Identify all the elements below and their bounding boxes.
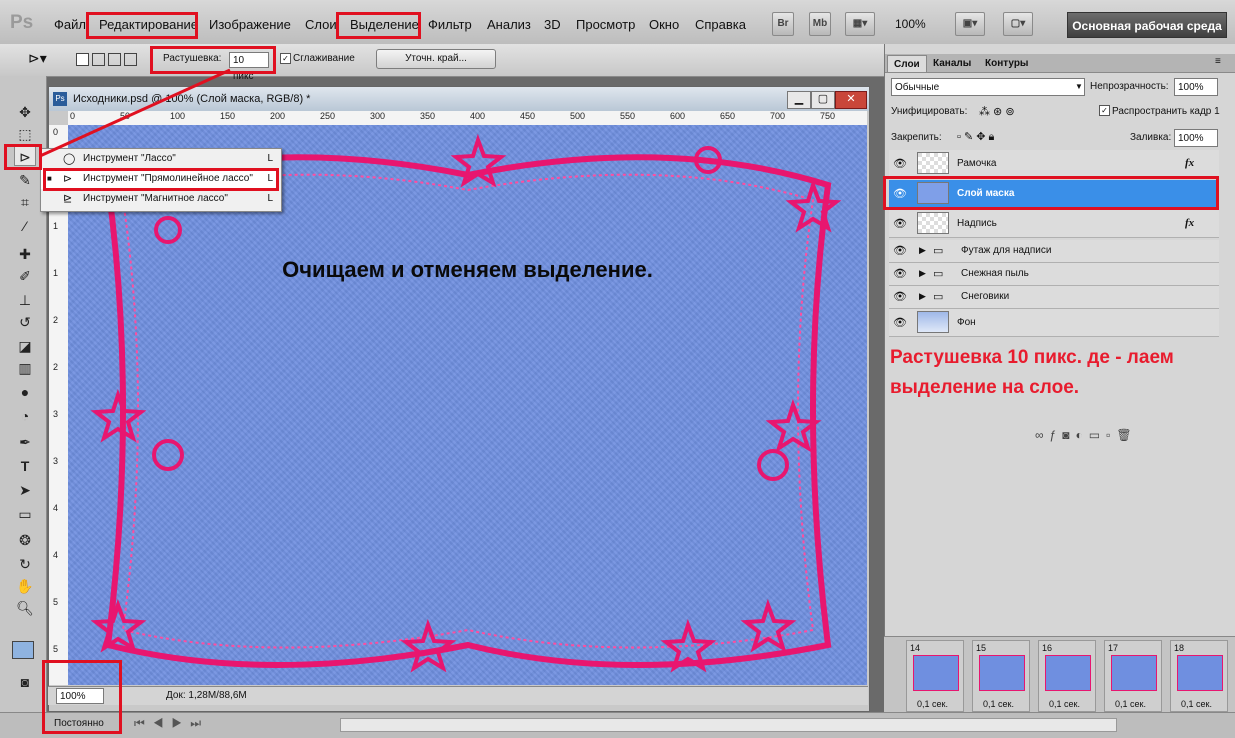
- folder-icon: ▭: [933, 268, 944, 280]
- animation-frame[interactable]: 17 0,1 сек.: [1104, 640, 1162, 712]
- layers-panel: Слои Каналы Контуры ≡ Обычные ▼ Непрозра…: [883, 44, 1235, 636]
- tab-channels[interactable]: Каналы: [927, 55, 977, 72]
- frame-thumbnail: [913, 655, 959, 691]
- layer-row[interactable]: 👁︎ Фон: [889, 309, 1219, 337]
- layer-group-row[interactable]: 👁︎ ▶ ▭ Футаж для надписи: [889, 240, 1219, 263]
- document-size-info: Док: 1,28M/88,6M: [166, 690, 247, 701]
- folder-icon: ▭: [933, 245, 944, 257]
- frame-thumbnail: [1045, 655, 1091, 691]
- layer-row[interactable]: 👁︎ Надпись fx: [889, 210, 1219, 238]
- expand-arrow-icon[interactable]: ▶: [919, 245, 926, 256]
- visibility-eye-icon[interactable]: 👁︎: [893, 267, 907, 281]
- layer-row[interactable]: 👁︎ Рамочка fx: [889, 150, 1219, 178]
- visibility-eye-icon[interactable]: 👁︎: [893, 217, 907, 231]
- status-bar: 100% Док: 1,28M/88,6M: [48, 686, 868, 705]
- panel-menu-icon[interactable]: ≡: [1215, 56, 1221, 67]
- fill-label: Заливка:: [1130, 132, 1172, 143]
- lock-icons[interactable]: ▫ ✎ ✥ 🔒︎: [957, 130, 994, 144]
- playback-controls-icons[interactable]: ⏮◀▶⏭: [134, 716, 209, 731]
- highlight-zoom-loop: [42, 660, 122, 734]
- frame-thumbnail: [1111, 655, 1157, 691]
- fill-input[interactable]: 100%: [1174, 129, 1218, 147]
- lock-label: Закрепить:: [891, 132, 942, 143]
- fx-icon[interactable]: fx: [1185, 217, 1194, 229]
- layer-thumbnail: [917, 212, 949, 234]
- folder-icon: ▭: [933, 291, 944, 303]
- animation-frame[interactable]: 15 0,1 сек.: [972, 640, 1030, 712]
- expand-arrow-icon[interactable]: ▶: [919, 291, 926, 302]
- visibility-eye-icon[interactable]: 👁︎: [893, 244, 907, 258]
- animation-controls-bar: Постоянно ⏮◀▶⏭: [0, 712, 1235, 738]
- blend-mode-chevron-icon: ▼: [1075, 82, 1083, 91]
- visibility-eye-icon[interactable]: 👁︎: [893, 290, 907, 304]
- visibility-eye-icon[interactable]: 👁︎: [893, 316, 907, 330]
- animation-panel: 14 0,1 сек. 15 0,1 сек. 16 0,1 сек. 17 0…: [884, 636, 1235, 715]
- layer-thumbnail: [917, 311, 949, 333]
- visibility-eye-icon[interactable]: 👁︎: [893, 157, 907, 171]
- frame-thumbnail: [979, 655, 1025, 691]
- timeline-scrollbar[interactable]: [340, 718, 1117, 732]
- fx-icon[interactable]: fx: [1185, 157, 1194, 169]
- unify-label: Унифицировать:: [891, 106, 968, 117]
- layer-group-row[interactable]: 👁︎ ▶ ▭ Снеговики: [889, 286, 1219, 309]
- animation-frame[interactable]: 16 0,1 сек.: [1038, 640, 1096, 712]
- propagate-label: Распространить кадр 1: [1112, 106, 1220, 117]
- panel-tabs: Слои Каналы Контуры ≡: [885, 54, 1235, 73]
- layer-group-row[interactable]: 👁︎ ▶ ▭ Снежная пыль: [889, 263, 1219, 286]
- unify-icons[interactable]: ⁂ ⊛ ⊚: [979, 105, 1015, 118]
- tab-layers[interactable]: Слои: [887, 55, 927, 72]
- opacity-input[interactable]: 100%: [1174, 78, 1218, 96]
- blend-mode-select[interactable]: Обычные: [891, 78, 1085, 96]
- annotation-text: Растушевка 10 пикс. де - лаем выделение …: [890, 347, 1174, 398]
- frame-thumbnail: [1177, 655, 1223, 691]
- layer-thumbnail: [917, 152, 949, 174]
- layer-actions-icons[interactable]: ∞ƒ◙◐▭▫🗑︎: [1035, 428, 1138, 442]
- tab-paths[interactable]: Контуры: [979, 55, 1034, 72]
- opacity-label: Непрозрачность:: [1090, 81, 1169, 92]
- animation-frame[interactable]: 18 0,1 сек.: [1170, 640, 1228, 712]
- highlight-selected-layer: [883, 176, 1219, 210]
- expand-arrow-icon[interactable]: ▶: [919, 268, 926, 279]
- propagate-checkbox[interactable]: ✓: [1099, 105, 1110, 116]
- animation-frame[interactable]: 14 0,1 сек.: [906, 640, 964, 712]
